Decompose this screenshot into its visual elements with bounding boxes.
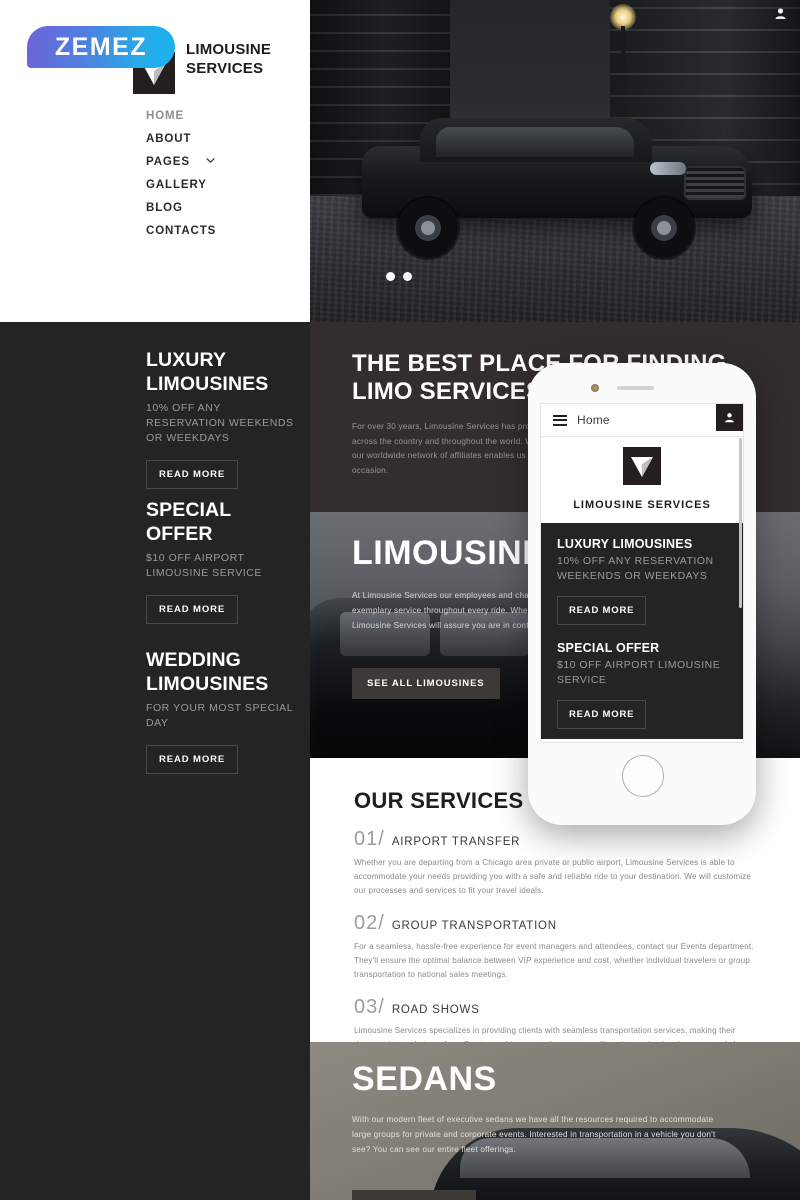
service-title: ROAD SHOWS xyxy=(391,1004,480,1016)
service-body: For a seamless, hassle-free experience f… xyxy=(354,942,754,979)
phone-promos: LUXURY LIMOUSINES 10% OFF ANY RESERVATIO… xyxy=(541,523,743,739)
phone-promo-special-offer: SPECIAL OFFER $10 OFF AIRPORT LIMOUSINE … xyxy=(557,641,727,742)
user-icon[interactable] xyxy=(773,6,788,21)
see-all-limousines-button-wrap: SEE ALL LIMOUSINES xyxy=(352,668,500,699)
promo-luxury-limousines: LUXURY LIMOUSINES 10% OFF ANY RESERVATIO… xyxy=(146,348,296,489)
phone-brand-area: LIMOUSINE SERVICES xyxy=(541,437,743,523)
nav-item-about[interactable]: ABOUT xyxy=(146,127,216,150)
nav-item-about-label: ABOUT xyxy=(146,132,192,145)
chevron-down-icon xyxy=(206,156,215,165)
sedans-heading: SEDANS xyxy=(352,1060,497,1098)
slider-dot-2[interactable] xyxy=(403,272,412,281)
nav-item-home-label: HOME xyxy=(146,109,185,122)
promo-title: LUXURY LIMOUSINES xyxy=(146,349,269,395)
zemez-badge: ZEMEZ xyxy=(27,26,175,68)
slider-dot-1[interactable] xyxy=(386,272,395,281)
phone-promo-title: SPECIAL OFFER xyxy=(557,641,660,655)
phone-promo-luxury-limousines: LUXURY LIMOUSINES 10% OFF ANY RESERVATIO… xyxy=(557,537,727,641)
zemez-badge-label: ZEMEZ xyxy=(54,32,148,61)
phone-mockup: Home LIMOUSINE SERVICES LUXURY LIMOUSINE… xyxy=(528,363,756,825)
brand-name-line2: SERVICES xyxy=(186,60,264,77)
see-all-sedans-button[interactable]: SEE ALL SEDANS xyxy=(352,1190,477,1200)
slider-pagination xyxy=(386,272,412,281)
street-lamp-icon xyxy=(610,4,636,70)
service-number: 01/ xyxy=(354,828,385,850)
read-more-button[interactable]: READ MORE xyxy=(146,745,239,774)
nav-item-gallery-label: GALLERY xyxy=(146,178,207,191)
phone-promo-title: LUXURY LIMOUSINES xyxy=(557,537,693,551)
read-more-button[interactable]: READ MORE xyxy=(146,595,239,624)
service-title: GROUP TRANSPORTATION xyxy=(391,920,557,932)
promo-special-offer: SPECIAL OFFER $10 OFF AIRPORT LIMOUSINE … xyxy=(146,498,296,624)
phone-read-more-button[interactable]: READ MORE xyxy=(557,596,647,625)
phone-promo-subtitle: 10% OFF ANY RESERVATION WEEKENDS OR WEEK… xyxy=(557,555,714,582)
promo-title: SPECIAL OFFER xyxy=(146,499,231,545)
see-all-limousines-button[interactable]: SEE ALL LIMOUSINES xyxy=(352,668,500,699)
sidebar: ZEMEZ LIMOUSINE SERVICES HOME ABOUT PAGE… xyxy=(0,0,310,1200)
promo-subtitle: FOR YOUR MOST SPECIAL DAY xyxy=(146,702,293,729)
sedans-section: SEDANS With our modern fleet of executiv… xyxy=(310,1042,800,1200)
service-number: 02/ xyxy=(354,912,385,934)
phone-read-more-button[interactable]: READ MORE xyxy=(557,700,647,729)
nav-item-blog[interactable]: BLOG xyxy=(146,196,216,219)
service-body: Whether you are departing from a Chicago… xyxy=(354,858,752,895)
brand-name-line1: LIMOUSINE xyxy=(186,41,272,58)
nav-item-blog-label: BLOG xyxy=(146,201,183,214)
chevron-logo-icon xyxy=(623,447,661,485)
phone-brand-label: LIMOUSINE SERVICES xyxy=(573,499,711,511)
nav-item-pages[interactable]: PAGES xyxy=(146,150,216,173)
user-icon[interactable] xyxy=(716,404,743,431)
nav-item-contacts-label: CONTACTS xyxy=(146,224,217,237)
nav-item-contacts[interactable]: CONTACTS xyxy=(146,219,216,242)
page-root: ZEMEZ LIMOUSINE SERVICES HOME ABOUT PAGE… xyxy=(0,0,800,1200)
promo-subtitle: 10% OFF ANY RESERVATION WEEKENDS OR WEEK… xyxy=(146,402,294,444)
phone-camera-icon xyxy=(591,384,599,392)
nav-item-gallery[interactable]: GALLERY xyxy=(146,173,216,196)
service-item-group-transportation: 02/ GROUP TRANSPORTATION For a seamless,… xyxy=(354,912,766,982)
phone-topbar: Home xyxy=(541,404,743,437)
phone-promo-subtitle: $10 OFF AIRPORT LIMOUSINE SERVICE xyxy=(557,659,721,686)
phone-screen: Home LIMOUSINE SERVICES LUXURY LIMOUSINE… xyxy=(540,403,744,743)
hero-slider xyxy=(310,0,800,322)
see-all-sedans-button-wrap: SEE ALL SEDANS xyxy=(352,1190,477,1200)
main-nav: HOME ABOUT PAGES GALLERY BLOG CONTACTS xyxy=(146,104,216,242)
nav-item-home[interactable]: HOME xyxy=(146,104,216,127)
hero-car-image xyxy=(362,118,752,258)
hamburger-menu-icon[interactable] xyxy=(553,414,567,426)
phone-speaker xyxy=(617,386,654,390)
read-more-button[interactable]: READ MORE xyxy=(146,460,239,489)
service-item-airport-transfer: 01/ AIRPORT TRANSFER Whether you are dep… xyxy=(354,828,766,898)
phone-topbar-label: Home xyxy=(577,413,610,427)
promo-wedding-limousines: WEDDING LIMOUSINES FOR YOUR MOST SPECIAL… xyxy=(146,648,296,774)
logo[interactable]: ZEMEZ LIMOUSINE SERVICES xyxy=(27,22,287,94)
service-title: AIRPORT TRANSFER xyxy=(391,836,521,848)
promo-subtitle: $10 OFF AIRPORT LIMOUSINE SERVICE xyxy=(146,552,262,579)
service-number: 03/ xyxy=(354,996,385,1018)
nav-item-pages-label: PAGES xyxy=(146,155,190,168)
promo-title: WEDDING LIMOUSINES xyxy=(146,649,269,695)
phone-scrollbar[interactable] xyxy=(739,438,742,608)
sedans-paragraph: With our modern fleet of executive sedan… xyxy=(352,1115,716,1154)
brand-name: LIMOUSINE SERVICES xyxy=(186,40,271,78)
phone-home-button[interactable] xyxy=(622,755,664,797)
